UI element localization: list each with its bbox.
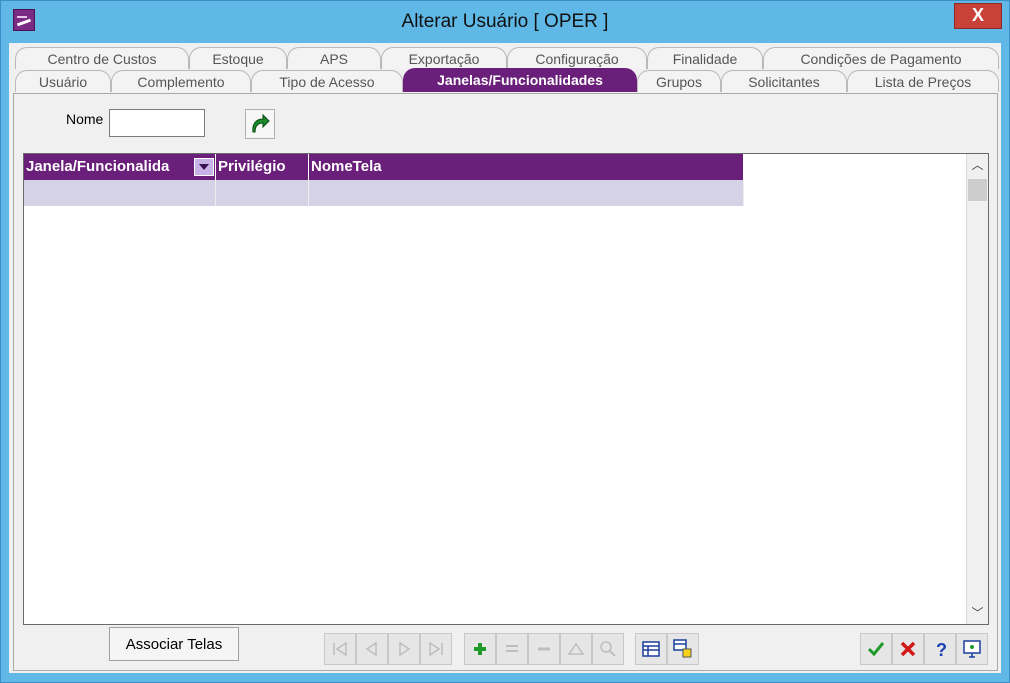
column-header-nometela[interactable]: NomeTela xyxy=(309,154,744,180)
tab-exportacao[interactable]: Exportação xyxy=(381,47,507,69)
first-record-button[interactable] xyxy=(324,633,356,665)
close-button[interactable]: X xyxy=(954,3,1002,29)
monitor-icon xyxy=(963,640,981,658)
permissions-grid[interactable]: Janela/Funcionalida Privilégio NomeTela … xyxy=(23,153,989,625)
settings-button[interactable] xyxy=(956,633,988,665)
next-record-button[interactable] xyxy=(388,633,420,665)
column-header-janela-label: Janela/Funcionalida xyxy=(26,158,170,175)
column-header-janela[interactable]: Janela/Funcionalida xyxy=(24,154,216,180)
delete-record-button[interactable] xyxy=(528,633,560,665)
title-bar[interactable]: Alterar Usuário [ OPER ] X xyxy=(1,1,1009,43)
first-icon xyxy=(333,641,347,657)
tab-centro-de-custos[interactable]: Centro de Custos xyxy=(15,47,189,69)
search-button[interactable] xyxy=(592,633,624,665)
confirm-button[interactable] xyxy=(860,633,892,665)
tab-solicitantes[interactable]: Solicitantes xyxy=(721,70,847,92)
minus-icon xyxy=(538,647,550,651)
grid-view-icon xyxy=(642,641,660,657)
edit-lines-icon xyxy=(506,645,518,652)
grid-header: Janela/Funcionalida Privilégio NomeTela xyxy=(24,154,744,180)
next-icon xyxy=(399,641,411,657)
last-record-button[interactable] xyxy=(420,633,452,665)
scroll-down-icon[interactable]: ﹀ xyxy=(967,602,988,624)
vertical-scrollbar[interactable]: ︿ ﹀ xyxy=(966,154,988,624)
tab-configuracao[interactable]: Configuração xyxy=(507,47,647,69)
dialog-actions: ? xyxy=(860,633,988,665)
refresh-button[interactable] xyxy=(245,109,275,139)
post-record-button[interactable] xyxy=(560,633,592,665)
table-row[interactable] xyxy=(24,180,744,206)
tab-lista-de-precos[interactable]: Lista de Preços xyxy=(847,70,999,92)
insert-record-button[interactable] xyxy=(464,633,496,665)
nome-input[interactable] xyxy=(109,109,205,137)
plus-icon xyxy=(474,643,486,655)
associar-telas-button[interactable]: Associar Telas xyxy=(109,627,239,661)
tab-janelas-funcionalidades[interactable]: Janelas/Funcionalidades xyxy=(403,68,637,92)
export-button[interactable] xyxy=(667,633,699,665)
cell-janela[interactable] xyxy=(24,180,216,206)
tab-usuario[interactable]: Usuário xyxy=(15,70,111,92)
tab-aps[interactable]: APS xyxy=(287,47,381,69)
help-question-icon: ? xyxy=(936,640,947,659)
column-header-privilegio[interactable]: Privilégio xyxy=(216,154,309,180)
help-button[interactable]: ? xyxy=(924,633,956,665)
search-icon xyxy=(600,641,616,657)
column-filter-dropdown-icon[interactable] xyxy=(194,158,214,176)
redo-arrow-icon xyxy=(252,113,270,133)
tab-finalidade[interactable]: Finalidade xyxy=(647,47,763,69)
last-icon xyxy=(429,641,443,657)
nome-label: Nome xyxy=(66,111,104,127)
cell-privilegio[interactable] xyxy=(216,180,309,206)
dialog-window: Alterar Usuário [ OPER ] X Centro de Cus… xyxy=(0,0,1010,683)
tab-estoque[interactable]: Estoque xyxy=(189,47,287,69)
edit-record-button[interactable] xyxy=(496,633,528,665)
grid-view-button[interactable] xyxy=(635,633,667,665)
edit-toolbar xyxy=(464,633,624,665)
cancel-button[interactable] xyxy=(892,633,924,665)
export-icon xyxy=(673,639,692,658)
prior-icon xyxy=(365,641,377,657)
tab-grupos[interactable]: Grupos xyxy=(637,70,721,92)
tab-tipo-de-acesso[interactable]: Tipo de Acesso xyxy=(251,70,403,92)
navigator-toolbar xyxy=(324,633,452,665)
cancel-x-icon xyxy=(900,641,916,657)
cell-nometela[interactable] xyxy=(309,180,744,206)
prior-record-button[interactable] xyxy=(356,633,388,665)
view-toolbar xyxy=(635,633,699,665)
checkmark-icon xyxy=(867,642,885,657)
triangle-up-icon xyxy=(567,642,585,655)
svg-text:?: ? xyxy=(936,640,947,659)
scroll-thumb[interactable] xyxy=(968,179,987,201)
dialog-client: Centro de Custos Estoque APS Exportação … xyxy=(9,43,1001,673)
tab-condicoes-de-pagamento[interactable]: Condições de Pagamento xyxy=(763,47,999,69)
window-title: Alterar Usuário [ OPER ] xyxy=(401,11,609,32)
scroll-up-icon[interactable]: ︿ xyxy=(967,154,988,176)
tab-complemento[interactable]: Complemento xyxy=(111,70,251,92)
